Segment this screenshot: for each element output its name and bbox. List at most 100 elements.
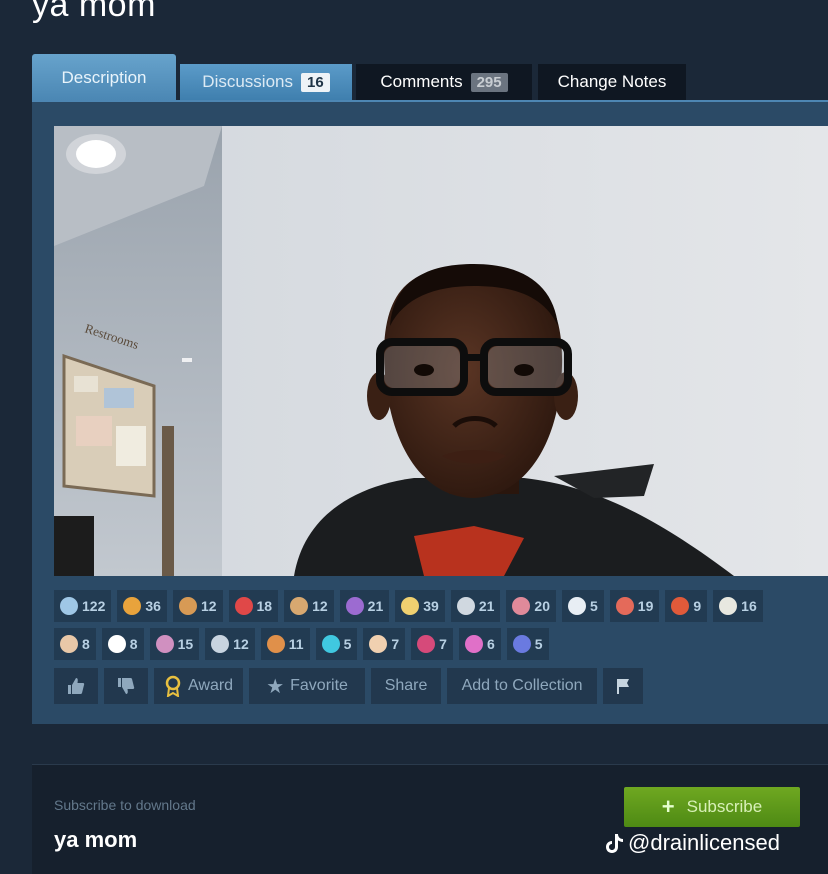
pointing-hand-icon xyxy=(123,597,142,615)
eye-icon xyxy=(107,635,126,653)
cookie-face-icon xyxy=(178,597,197,615)
reaction-item[interactable]: 18 xyxy=(228,590,279,622)
add-to-collection-label: Add to Collection xyxy=(461,677,583,694)
reaction-count: 21 xyxy=(478,598,495,614)
thumbs-down-icon xyxy=(118,678,135,694)
reaction-count: 18 xyxy=(256,598,273,614)
tab-change-notes[interactable]: Change Notes xyxy=(538,64,686,100)
add-to-collection-button[interactable]: Add to Collection xyxy=(447,668,598,704)
subscribe-button[interactable]: + Subscribe xyxy=(624,787,800,827)
clown-icon xyxy=(369,635,388,653)
reaction-count: 12 xyxy=(200,598,217,614)
reaction-count: 5 xyxy=(589,598,598,614)
photo-image: Restrooms xyxy=(54,126,828,576)
reaction-item[interactable]: 20 xyxy=(506,590,556,622)
reaction-item[interactable]: 16 xyxy=(713,590,763,622)
reaction-item[interactable]: 12 xyxy=(205,628,255,660)
flag-icon xyxy=(617,679,630,694)
workshop-screenshot[interactable]: Restrooms xyxy=(54,126,828,576)
favorite-button[interactable]: ★ Favorite xyxy=(249,668,366,704)
reaction-item[interactable]: 5 xyxy=(315,628,358,660)
description-panel: Restrooms 122 36 12 18 12 21 39 21 20 5 19 9 16 8 8 15 xyxy=(32,100,828,724)
watermark-handle: @drainlicensed xyxy=(628,830,780,855)
plus-icon: + xyxy=(661,794,675,819)
reaction-count: 8 xyxy=(82,636,90,652)
reaction-item[interactable]: 21 xyxy=(339,590,390,622)
reaction-count: 122 xyxy=(82,598,106,614)
helmet-icon xyxy=(211,635,230,653)
tab-discussions-label: Discussions xyxy=(202,72,293,91)
subscribe-panel: Subscribe to download ya mom + Subscribe xyxy=(32,764,828,874)
reaction-item[interactable]: 7 xyxy=(363,628,406,660)
purple-blob-icon xyxy=(345,597,364,615)
vote-down-button[interactable] xyxy=(104,668,148,704)
star-icon: ★ xyxy=(266,675,285,698)
reaction-item[interactable]: 5 xyxy=(561,590,604,622)
reaction-item[interactable]: 12 xyxy=(284,590,334,622)
tab-discussions[interactable]: Discussions 16 xyxy=(180,64,352,100)
subscribe-button-label: Subscribe xyxy=(686,797,763,816)
reaction-item[interactable]: 21 xyxy=(450,590,501,622)
reaction-count: 6 xyxy=(486,636,495,652)
award-button[interactable]: Award xyxy=(154,668,244,704)
reaction-item[interactable]: 122 xyxy=(54,590,112,622)
reactions-bar: 122 36 12 18 12 21 39 21 20 5 19 9 16 8 8 15 12 11 5 7 7 6 5 xyxy=(54,590,828,666)
reaction-item[interactable]: 8 xyxy=(54,628,96,660)
reaction-count: 7 xyxy=(439,636,447,652)
tab-description[interactable]: Description xyxy=(32,54,176,102)
rocket-icon xyxy=(671,597,690,615)
action-bar: Award ★ Favorite Share Add to Collection xyxy=(54,668,644,704)
figure-icon xyxy=(290,597,309,615)
reaction-count: 20 xyxy=(534,598,550,614)
reaction-count: 11 xyxy=(288,636,304,652)
favorite-label: Favorite xyxy=(290,677,348,694)
discussions-count-badge: 16 xyxy=(301,72,330,92)
subscribe-to-download-label: Subscribe to download xyxy=(54,797,196,813)
share-label: Share xyxy=(384,677,428,694)
sparkle-icon xyxy=(401,597,420,615)
reaction-item[interactable]: 7 xyxy=(411,628,453,660)
reaction-count: 19 xyxy=(637,598,654,614)
reaction-item[interactable]: 36 xyxy=(117,590,167,622)
reaction-item[interactable]: 19 xyxy=(609,590,660,622)
reaction-item[interactable]: 11 xyxy=(260,628,310,660)
reaction-item[interactable]: 15 xyxy=(149,628,200,660)
monster-face-icon xyxy=(615,597,634,615)
tab-comments[interactable]: Comments 295 xyxy=(356,64,532,100)
reaction-count: 16 xyxy=(741,598,757,614)
tab-change-notes-label: Change Notes xyxy=(557,72,667,91)
boot-icon xyxy=(456,597,475,615)
reaction-item[interactable]: 8 xyxy=(101,628,144,660)
subscribe-item-title: ya mom xyxy=(54,827,138,852)
reaction-item[interactable]: 39 xyxy=(395,590,445,622)
reaction-count: 5 xyxy=(534,636,543,652)
reaction-count: 12 xyxy=(312,598,328,614)
reaction-count: 7 xyxy=(391,636,400,652)
mummy-icon xyxy=(719,597,738,615)
reaction-item[interactable]: 5 xyxy=(506,628,549,660)
thumbs-up-icon xyxy=(68,678,85,694)
tab-comments-label: Comments xyxy=(380,72,463,91)
share-button[interactable]: Share xyxy=(371,668,442,704)
reaction-count: 5 xyxy=(343,636,352,652)
flower-blob-icon xyxy=(464,635,483,653)
vote-up-button[interactable] xyxy=(54,668,98,704)
reaction-count: 21 xyxy=(367,598,384,614)
reaction-count: 9 xyxy=(693,598,702,614)
flashlight-icon xyxy=(321,635,340,653)
eyes-icon xyxy=(155,635,174,653)
baby-face-icon xyxy=(60,635,78,653)
reaction-count: 12 xyxy=(233,636,249,652)
award-icon xyxy=(165,675,181,697)
pig-icon xyxy=(512,597,531,615)
character-icon xyxy=(266,635,285,653)
reaction-item[interactable]: 6 xyxy=(458,628,501,660)
horns-icon xyxy=(60,597,78,615)
tab-description-label: Description xyxy=(61,68,147,87)
reaction-count: 39 xyxy=(423,598,439,614)
reaction-item[interactable]: 9 xyxy=(665,590,708,622)
tab-bar: Description Discussions 16 Comments 295 … xyxy=(32,54,828,102)
reaction-item[interactable]: 12 xyxy=(172,590,223,622)
cloud-icon xyxy=(567,597,586,615)
report-button[interactable] xyxy=(603,668,644,704)
